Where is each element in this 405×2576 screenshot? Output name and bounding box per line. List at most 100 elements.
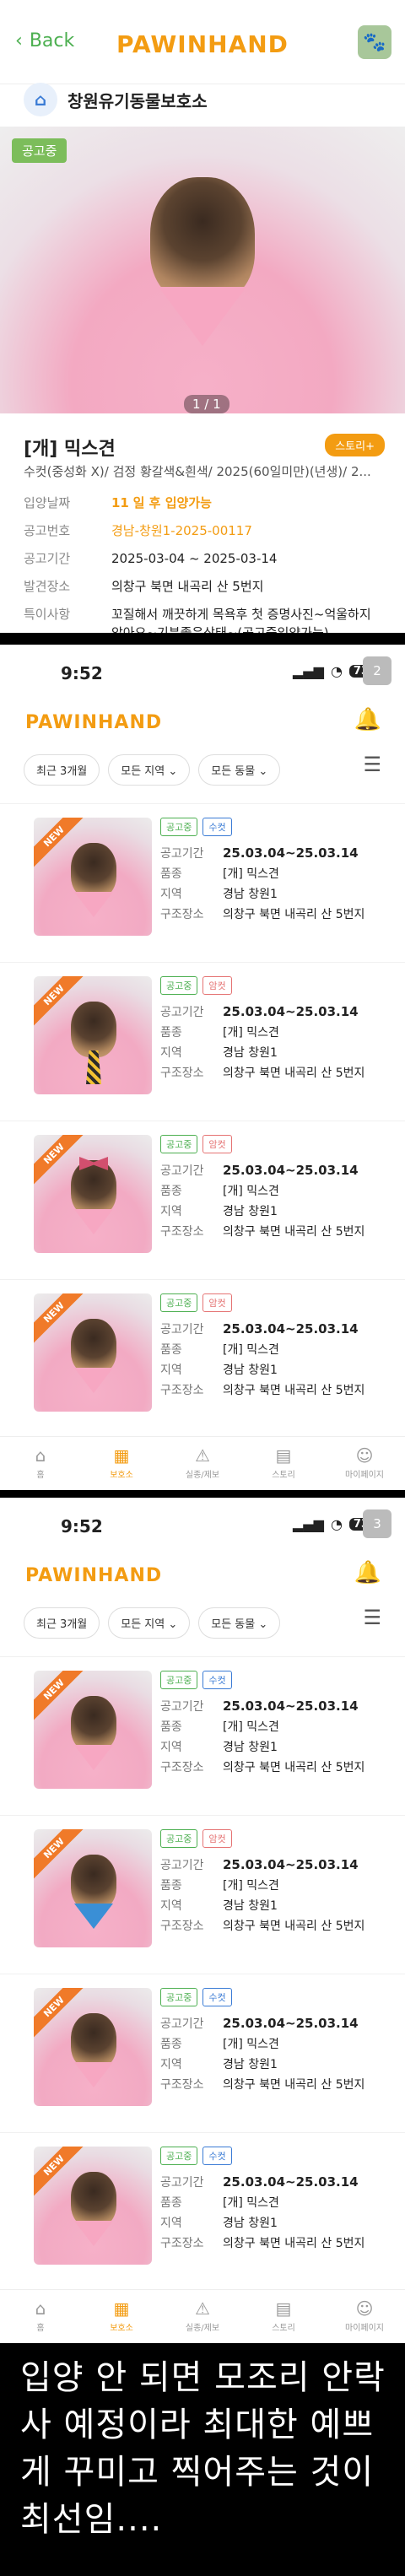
bottom-tab-bar: ⌂ 홈 ▦ 보호소 ⚠ 실종/제보 ▤ 스토리 ☺ 마이페이지 bbox=[0, 1436, 405, 1490]
person-icon: ☺ bbox=[355, 1445, 374, 1466]
bell-icon[interactable]: 🔔 bbox=[354, 707, 381, 732]
tab-shelter[interactable]: ▦ 보호소 bbox=[81, 1437, 162, 1490]
adoption-text: 일 후 입양가능 bbox=[132, 495, 212, 510]
person-icon: ☺ bbox=[355, 2298, 374, 2319]
filter-region[interactable]: 모든 지역 ⌄ bbox=[108, 754, 191, 786]
sex-tag: 수컷 bbox=[202, 1671, 232, 1689]
filter-bar: 최근 3개월 모든 지역 ⌄ 모든 동물 ⌄ bbox=[24, 754, 281, 786]
animal-thumbnail: NEW bbox=[34, 1829, 152, 1947]
shelter-icon: ▦ bbox=[113, 1445, 130, 1466]
filter-settings-icon[interactable]: ☰ bbox=[363, 1606, 381, 1629]
tab-story[interactable]: ▤ 스토리 bbox=[243, 2290, 324, 2343]
animal-card[interactable]: NEW 공고중 수컷 공고기간 25.03.04~25.03.14 품종 [개] 믹… bbox=[0, 1656, 405, 1815]
sex-tag: 수컷 bbox=[202, 2147, 232, 2165]
shelter-link[interactable]: ⌂ 창원유기동물보호소 bbox=[24, 81, 208, 118]
filter-settings-icon[interactable]: ☰ bbox=[363, 753, 381, 776]
animal-card[interactable]: NEW 공고중 수컷 공고기간 25.03.04~25.03.14 품종 [개] 믹… bbox=[0, 1974, 405, 2132]
info-row-notice-number: 공고번호 경남-창원1-2025-00117 bbox=[24, 523, 252, 538]
caption-text: 입양 안 되면 모조리 안락사 예정이라 최대한 예쁘게 꾸미고 찍어주는 것이… bbox=[20, 2358, 386, 2539]
sex-tag: 암컷 bbox=[202, 1135, 232, 1153]
info-list: 입양날짜 11 일 후 입양가능 공고번호 경남-창원1-2025-00117 … bbox=[24, 494, 386, 633]
animal-card[interactable]: NEW 공고중 암컷 공고기간 25.03.04~25.03.14 품종 [개] 믹… bbox=[0, 962, 405, 1121]
animal-description: 수컷(중성화 X)/ 검정 황갈색&흰색/ 2025(60일미만)(년생)/ 2… bbox=[24, 464, 371, 479]
tab-story[interactable]: ▤ 스토리 bbox=[243, 1437, 324, 1490]
story-button[interactable]: 스토리+ bbox=[325, 434, 385, 456]
brand-logo: PAWINHAND bbox=[25, 1565, 163, 1586]
animal-list: NEW 공고중 수컷 공고기간 25.03.04~25.03.14 품종 [개] 믹… bbox=[0, 1656, 405, 2291]
page-number-badge: 2 bbox=[363, 656, 392, 685]
animal-thumbnail: NEW bbox=[34, 1293, 152, 1412]
sex-tag: 수컷 bbox=[202, 818, 232, 836]
shelter-name: 창원유기동물보호소 bbox=[68, 90, 208, 111]
status-badge: 공고중 bbox=[12, 138, 68, 163]
status-tag: 공고중 bbox=[160, 2147, 198, 2165]
tab-mypage[interactable]: ☺ 마이페이지 bbox=[324, 1437, 405, 1490]
tab-lost-report[interactable]: ⚠ 실종/제보 bbox=[162, 2290, 243, 2343]
bottom-tab-bar: ⌂ 홈 ▦ 보호소 ⚠ 실종/제보 ▤ 스토리 ☺ 마이페이지 bbox=[0, 2289, 405, 2343]
animal-thumbnail: NEW bbox=[34, 1135, 152, 1253]
tab-lost-report[interactable]: ⚠ 실종/제보 bbox=[162, 1437, 243, 1490]
list-screen-3: 9:52 ▂▄▆ ◔ 73 3 PAWINHAND 🔔 최근 3개월 모든 지역… bbox=[0, 1498, 405, 2343]
animal-thumbnail: NEW bbox=[34, 1988, 152, 2106]
animal-thumbnail: NEW bbox=[34, 976, 152, 1094]
top-bar: ‹ Back PAWINHAND 🐾 bbox=[0, 0, 405, 84]
wifi-icon: ◔ bbox=[330, 663, 343, 679]
tab-shelter[interactable]: ▦ 보호소 bbox=[81, 2290, 162, 2343]
status-tag: 공고중 bbox=[160, 818, 198, 836]
siren-icon: ⚠ bbox=[195, 2298, 210, 2319]
animal-list: NEW 공고중 수컷 공고기간 25.03.04~25.03.14 품종 [개] 믹… bbox=[0, 803, 405, 1438]
animal-photo[interactable]: 공고중 bbox=[0, 127, 405, 413]
filter-animal[interactable]: 모든 동물 ⌄ bbox=[198, 1607, 281, 1639]
animal-card[interactable]: NEW 공고중 암컷 공고기간 25.03.04~25.03.14 품종 [개] 믹… bbox=[0, 1279, 405, 1438]
shelter-home-icon: ⌂ bbox=[24, 83, 57, 116]
signal-icon: ▂▄▆ bbox=[293, 1516, 324, 1532]
bell-icon[interactable]: 🔔 bbox=[354, 1560, 381, 1585]
list-screen-2: 9:52 ▂▄▆ ◔ 73 2 PAWINHAND 🔔 최근 3개월 모든 지역… bbox=[0, 645, 405, 1490]
info-row-adoption-date: 입양날짜 11 일 후 입양가능 bbox=[24, 495, 212, 510]
detail-screen: ‹ Back PAWINHAND 🐾 ⌂ 창원유기동물보호소 공고중 1 / 1… bbox=[0, 0, 405, 633]
animal-thumbnail: NEW bbox=[34, 818, 152, 936]
brand-logo: PAWINHAND bbox=[116, 30, 289, 58]
profile-thumbnail-icon[interactable]: 🐾 bbox=[358, 25, 392, 59]
animal-card[interactable]: NEW 공고중 수컷 공고기간 25.03.04~25.03.14 품종 [개] 믹… bbox=[0, 2132, 405, 2291]
status-tag: 공고중 bbox=[160, 1829, 198, 1848]
filter-region[interactable]: 모든 지역 ⌄ bbox=[108, 1607, 191, 1639]
info-row-notice-period: 공고기간 2025-03-04 ~ 2025-03-14 bbox=[24, 551, 278, 566]
signal-icon: ▂▄▆ bbox=[293, 663, 324, 679]
tab-home[interactable]: ⌂ 홈 bbox=[0, 2290, 81, 2343]
page-number-badge: 3 bbox=[363, 1509, 392, 1538]
animal-card[interactable]: NEW 공고중 암컷 공고기간 25.03.04~25.03.14 품종 [개] 믹… bbox=[0, 1121, 405, 1279]
status-tag: 공고중 bbox=[160, 976, 198, 995]
animal-thumbnail: NEW bbox=[34, 2147, 152, 2265]
status-bar: 9:52 ▂▄▆ ◔ 73 2 bbox=[0, 645, 405, 697]
info-row-found-place: 발견장소 의창구 북면 내곡리 산 5번지 bbox=[24, 579, 264, 594]
shelter-icon: ▦ bbox=[113, 2298, 130, 2319]
flower-bandana-image bbox=[74, 1904, 113, 1929]
filter-period[interactable]: 최근 3개월 bbox=[24, 754, 100, 786]
tab-mypage[interactable]: ☺ 마이페이지 bbox=[324, 2290, 405, 2343]
siren-icon: ⚠ bbox=[195, 1445, 210, 1466]
wifi-icon: ◔ bbox=[330, 1516, 343, 1532]
animal-card[interactable]: NEW 공고중 수컷 공고기간 25.03.04~25.03.14 품종 [개] 믹… bbox=[0, 803, 405, 962]
puppy-image bbox=[150, 177, 255, 304]
home-icon: ⌂ bbox=[35, 1445, 46, 1466]
filter-animal[interactable]: 모든 동물 ⌄ bbox=[198, 754, 281, 786]
sex-tag: 암컷 bbox=[202, 1293, 232, 1312]
animal-title: [개] 믹스견 bbox=[24, 439, 116, 460]
bandana-image bbox=[159, 287, 246, 346]
status-bar: 9:52 ▂▄▆ ◔ 73 3 bbox=[0, 1498, 405, 1550]
sex-tag: 암컷 bbox=[202, 1829, 232, 1848]
status-tag: 공고중 bbox=[160, 1988, 198, 2006]
filter-period[interactable]: 최근 3개월 bbox=[24, 1607, 100, 1639]
animal-card[interactable]: NEW 공고중 암컷 공고기간 25.03.04~25.03.14 품종 [개] 믹… bbox=[0, 1815, 405, 1974]
status-tag: 공고중 bbox=[160, 1671, 198, 1689]
tab-home[interactable]: ⌂ 홈 bbox=[0, 1437, 81, 1490]
sex-tag: 수컷 bbox=[202, 1988, 232, 2006]
info-row-notes: 특이사항 꼬질해서 깨끗하게 목욕후 첫 증명사진~억울하지 않아요~기분좋은상… bbox=[24, 607, 371, 633]
adoption-days: 11 bbox=[111, 495, 129, 510]
status-tag: 공고중 bbox=[160, 1135, 198, 1153]
story-icon: ▤ bbox=[275, 2298, 292, 2319]
story-icon: ▤ bbox=[275, 1445, 292, 1466]
animal-thumbnail: NEW bbox=[34, 1671, 152, 1789]
brand-logo: PAWINHAND bbox=[25, 712, 163, 733]
